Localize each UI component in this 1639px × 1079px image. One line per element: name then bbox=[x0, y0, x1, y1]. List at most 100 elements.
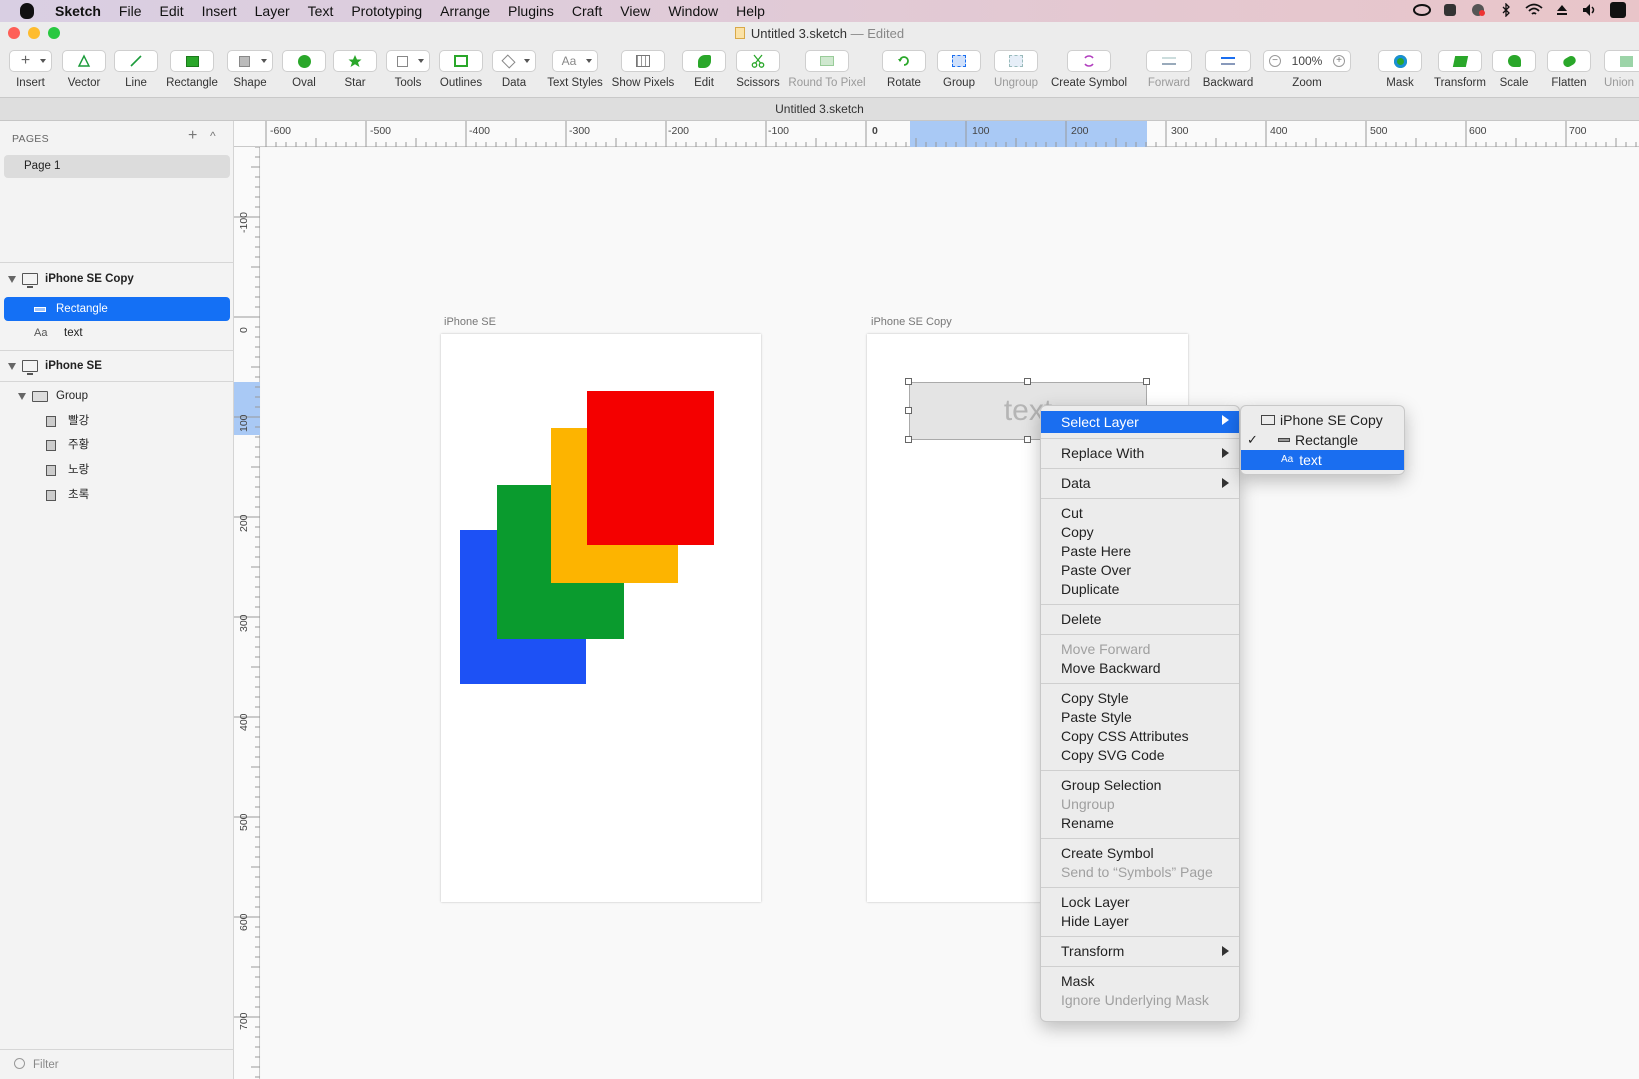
menu-insert[interactable]: Insert bbox=[193, 3, 246, 19]
menu-arrange[interactable]: Arrange bbox=[431, 3, 499, 19]
vector-button[interactable]: Vector bbox=[60, 50, 108, 89]
zoom-value[interactable]: 100% bbox=[1292, 54, 1323, 68]
zoom-out-button[interactable]: − bbox=[1269, 55, 1281, 67]
layer-rectangle[interactable]: Rectangle bbox=[4, 297, 230, 321]
artboard-iphone-se[interactable] bbox=[441, 334, 761, 902]
line-button[interactable]: Line bbox=[114, 50, 158, 89]
menu-item-ignore-mask[interactable]: Ignore Underlying Mask bbox=[1041, 991, 1239, 1010]
menu-item-create-symbol[interactable]: Create Symbol bbox=[1041, 844, 1239, 863]
submenu-item-text[interactable]: Aa text bbox=[1241, 450, 1404, 470]
collapse-pages-button[interactable]: ^ bbox=[210, 129, 216, 143]
mask-button[interactable]: Mask bbox=[1378, 50, 1422, 89]
artboard-label[interactable]: iPhone SE Copy bbox=[871, 316, 952, 328]
add-page-button[interactable]: + bbox=[188, 127, 197, 145]
menu-item-paste-over[interactable]: Paste Over bbox=[1041, 561, 1239, 580]
edit-button[interactable]: Edit bbox=[682, 50, 726, 89]
menu-item-paste-style[interactable]: Paste Style bbox=[1041, 708, 1239, 727]
menu-item-select-layer[interactable]: Select Layer bbox=[1041, 411, 1239, 433]
artboard-label[interactable]: iPhone SE bbox=[444, 316, 496, 328]
canvas[interactable]: iPhone SE iPhone SE Copy text bbox=[261, 148, 1639, 1079]
star-button[interactable]: Star bbox=[333, 50, 377, 89]
menu-item-mask[interactable]: Mask bbox=[1041, 972, 1239, 991]
menu-item-group-selection[interactable]: Group Selection bbox=[1041, 776, 1239, 795]
menu-item-hide-layer[interactable]: Hide Layer bbox=[1041, 912, 1239, 931]
flatten-button[interactable]: Flatten bbox=[1544, 50, 1594, 89]
transform-button[interactable]: Transform bbox=[1430, 50, 1490, 89]
creative-cloud-icon[interactable] bbox=[1413, 3, 1431, 17]
notification-icon[interactable] bbox=[1469, 3, 1487, 17]
menu-item-move-forward[interactable]: Move Forward bbox=[1041, 640, 1239, 659]
group-button[interactable]: Group bbox=[937, 50, 981, 89]
resize-handle[interactable] bbox=[905, 407, 912, 414]
menu-item-paste-here[interactable]: Paste Here bbox=[1041, 542, 1239, 561]
eject-icon[interactable] bbox=[1553, 3, 1571, 17]
menu-item-duplicate[interactable]: Duplicate bbox=[1041, 580, 1239, 599]
menu-item-send-to-symbols[interactable]: Send to “Symbols” Page bbox=[1041, 863, 1239, 882]
vertical-ruler[interactable]: -100 0 100 200 300 400 500 600 700 bbox=[234, 147, 260, 1079]
volume-icon[interactable] bbox=[1581, 3, 1599, 17]
bluetooth-icon[interactable] bbox=[1497, 3, 1515, 17]
wifi-icon[interactable] bbox=[1525, 3, 1543, 17]
menu-help[interactable]: Help bbox=[727, 3, 774, 19]
scissors-button[interactable]: Scissors bbox=[734, 50, 782, 89]
outlines-button[interactable]: Outlines bbox=[437, 50, 485, 89]
menu-prototyping[interactable]: Prototyping bbox=[342, 3, 431, 19]
filter-field[interactable]: Filter bbox=[0, 1049, 234, 1079]
disclosure-triangle-icon[interactable] bbox=[18, 392, 26, 400]
red-square[interactable] bbox=[587, 391, 714, 545]
show-pixels-button[interactable]: Show Pixels bbox=[611, 50, 675, 89]
menu-item-data[interactable]: Data bbox=[1041, 474, 1239, 493]
menu-view[interactable]: View bbox=[611, 3, 659, 19]
menu-layer[interactable]: Layer bbox=[246, 3, 299, 19]
layer-artboard[interactable]: iPhone SE bbox=[8, 354, 234, 378]
menu-plugins[interactable]: Plugins bbox=[499, 3, 563, 19]
layer-group[interactable]: Group bbox=[18, 384, 244, 408]
input-method-icon[interactable] bbox=[1609, 2, 1627, 18]
submenu-item-artboard[interactable]: iPhone SE Copy bbox=[1241, 410, 1404, 430]
menu-item-move-backward[interactable]: Move Backward bbox=[1041, 659, 1239, 678]
document-tab[interactable]: Untitled 3.sketch bbox=[0, 98, 1639, 121]
menu-window[interactable]: Window bbox=[659, 3, 727, 19]
menu-item-copy-svg[interactable]: Copy SVG Code bbox=[1041, 746, 1239, 765]
menu-item-copy-css[interactable]: Copy CSS Attributes bbox=[1041, 727, 1239, 746]
oval-button[interactable]: Oval bbox=[282, 50, 326, 89]
text-styles-button[interactable]: Aa Text Styles bbox=[545, 50, 605, 89]
page-item[interactable]: Page 1 bbox=[4, 155, 230, 178]
resize-handle[interactable] bbox=[905, 436, 912, 443]
submenu-item-rectangle[interactable]: ✓ Rectangle bbox=[1241, 430, 1404, 450]
disclosure-triangle-icon[interactable] bbox=[8, 275, 16, 283]
menu-item-ungroup[interactable]: Ungroup bbox=[1041, 795, 1239, 814]
layer-artboard-copy[interactable]: iPhone SE Copy bbox=[8, 267, 234, 291]
app-status-icon[interactable] bbox=[1441, 3, 1459, 17]
menu-item-lock-layer[interactable]: Lock Layer bbox=[1041, 893, 1239, 912]
tools-button[interactable]: Tools bbox=[385, 50, 431, 89]
resize-handle[interactable] bbox=[1143, 378, 1150, 385]
menu-item-cut[interactable]: Cut bbox=[1041, 504, 1239, 523]
disclosure-triangle-icon[interactable] bbox=[8, 362, 16, 370]
menu-edit[interactable]: Edit bbox=[150, 3, 192, 19]
zoom-in-button[interactable]: + bbox=[1332, 55, 1345, 67]
layer-text[interactable]: Aa text bbox=[4, 321, 230, 345]
menu-item-copy-style[interactable]: Copy Style bbox=[1041, 689, 1239, 708]
resize-handle[interactable] bbox=[1024, 378, 1031, 385]
forward-button[interactable]: Forward bbox=[1145, 50, 1193, 89]
backward-button[interactable]: Backward bbox=[1200, 50, 1256, 89]
menu-item-rename[interactable]: Rename bbox=[1041, 814, 1239, 833]
data-button[interactable]: Data bbox=[492, 50, 536, 89]
insert-button[interactable]: + Insert bbox=[8, 50, 53, 89]
shape-button[interactable]: Shape bbox=[226, 50, 274, 89]
menu-app[interactable]: Sketch bbox=[46, 3, 110, 19]
menu-file[interactable]: File bbox=[110, 3, 151, 19]
menu-text[interactable]: Text bbox=[299, 3, 343, 19]
menu-craft[interactable]: Craft bbox=[563, 3, 611, 19]
ungroup-button[interactable]: Ungroup bbox=[992, 50, 1040, 89]
resize-handle[interactable] bbox=[905, 378, 912, 385]
rectangle-button[interactable]: Rectangle bbox=[163, 50, 221, 89]
round-to-pixel-button[interactable]: Round To Pixel bbox=[787, 50, 867, 89]
apple-icon[interactable] bbox=[20, 3, 34, 19]
menu-item-transform[interactable]: Transform bbox=[1041, 942, 1239, 961]
create-symbol-button[interactable]: Create Symbol bbox=[1050, 50, 1128, 89]
menu-item-replace-with[interactable]: Replace With bbox=[1041, 444, 1239, 463]
menu-item-delete[interactable]: Delete bbox=[1041, 610, 1239, 629]
union-button[interactable]: Union bbox=[1604, 50, 1639, 89]
